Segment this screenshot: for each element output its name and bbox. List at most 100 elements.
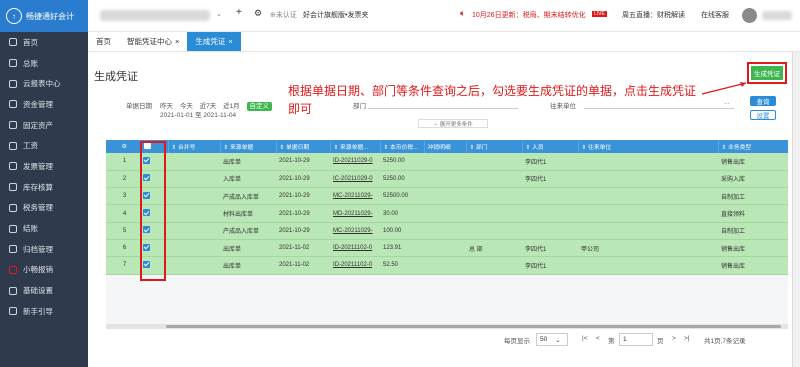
page-number-input[interactable]: 1 <box>619 333 653 346</box>
prev-page-icon[interactable]: < <box>596 335 600 342</box>
sidebar-item-basic-settings[interactable]: 基础设置 <box>0 280 88 301</box>
col-dept[interactable]: ⇕ 部门 <box>466 140 523 153</box>
sidebar-item-invoice[interactable]: 发票管理 <box>0 156 88 177</box>
page-prefix: 第 <box>608 338 615 345</box>
partner-input[interactable] <box>584 99 734 109</box>
page-suffix: 页 <box>657 338 664 345</box>
source-doc-link[interactable]: MC-20211029- <box>330 187 380 206</box>
tab-bar: 首页 智能凭证中心 × 生成凭证 × <box>88 32 800 52</box>
live-badge: LIVE <box>592 11 607 17</box>
user-name-blurred[interactable] <box>762 11 792 20</box>
tab-home[interactable]: 首页 <box>88 32 119 51</box>
guide-icon <box>9 307 17 316</box>
settings-gear-icon[interactable]: ⚙ <box>254 8 262 19</box>
scroll-thumb[interactable] <box>166 325 781 328</box>
update-notice[interactable]: 10月26日更新：税局、期末结转优化 <box>472 10 586 20</box>
next-page-icon[interactable]: > <box>672 335 676 342</box>
per-page-select[interactable]: 50 ⌄ <box>536 333 568 346</box>
live-notice[interactable]: 周五直播：财税解读 <box>622 10 685 20</box>
sidebar-item-close-period[interactable]: 结账 <box>0 218 88 239</box>
table-row[interactable]: 5 产成品入库单 2021-10-29 MC-20211029- 100.00 … <box>106 222 788 240</box>
chevron-down-icon: ⌄ <box>555 336 561 344</box>
column-settings-icon[interactable]: ⚙ <box>106 140 141 153</box>
col-partner[interactable]: ⇕ 往来单位 <box>578 140 719 153</box>
table-row[interactable]: 4 材料出库单 2021-10-29 MD-20211029- 30.00 直接… <box>106 204 788 223</box>
table-row[interactable]: 7 出库单 2021-11-02 ID-20211102-0 52.50 李四代… <box>106 256 788 275</box>
top-bar: ↑ 畅捷通好会计 ⌄ + ⚙ ⊕未认证 好会计旗舰版•发票夹 🔈︎ 10月26日… <box>0 0 800 32</box>
col-amount[interactable]: ⇕ 本币价税... <box>380 140 425 153</box>
funds-icon <box>9 100 17 109</box>
add-icon[interactable]: + <box>236 7 242 18</box>
expand-conditions-button[interactable]: ⌄ 展开更多条件 <box>418 119 488 128</box>
cert-status[interactable]: ⊕未认证 <box>270 10 297 20</box>
logo-text: 畅捷通好会计 <box>26 11 74 21</box>
assets-icon <box>9 121 17 130</box>
user-avatar[interactable] <box>742 8 757 23</box>
source-doc-link[interactable]: ID-20211102-0 <box>330 256 380 275</box>
first-page-icon[interactable]: |< <box>582 335 587 342</box>
last-page-icon[interactable]: >| <box>684 335 689 342</box>
source-doc-link[interactable]: MD-20211029- <box>330 204 380 223</box>
source-doc-link[interactable]: MC-20211029- <box>330 222 380 240</box>
account-name-blurred[interactable] <box>100 10 210 21</box>
col-merge-no[interactable]: ⇕ 合并号 <box>168 140 221 153</box>
generate-voucher-button[interactable]: 生成凭证 <box>747 62 787 84</box>
sidebar-item-cloud-report[interactable]: 云报表中心 <box>0 73 88 94</box>
query-button[interactable]: 查询 <box>750 96 776 106</box>
speaker-icon: 🔈︎ <box>460 8 466 18</box>
tax-icon <box>9 203 17 212</box>
voucher-table: ⚙ ⇕ 合并号 ⇕ 来源单据 ⇕ 单据日期 ⇕ 来源单据... ⇕ 本币价税..… <box>106 140 788 326</box>
reimburse-icon <box>9 265 17 274</box>
horizontal-scrollbar[interactable] <box>106 324 788 329</box>
payroll-icon <box>9 141 17 150</box>
page-title: 生成凭证 <box>94 71 138 83</box>
online-service[interactable]: 在线客服 <box>701 10 729 20</box>
sidebar-item-guide[interactable]: 新手引导 <box>0 301 88 322</box>
table-row[interactable]: 2 入库单 2021-10-29 IC-20211029-0 5250.00 李… <box>106 170 788 189</box>
col-writeoff[interactable]: 冲销明细 <box>424 140 467 153</box>
logo-icon: ↑ <box>6 8 22 24</box>
tab-generate-voucher[interactable]: 生成凭证 × <box>187 32 241 51</box>
ledger-icon <box>9 59 17 68</box>
settings-icon <box>9 286 17 295</box>
table-row[interactable]: 1 出库单 2021-10-29 ID-20211029-0 5250.00 李… <box>106 153 788 171</box>
sidebar-item-funds[interactable]: 资金管理 <box>0 94 88 115</box>
col-source-code[interactable]: ⇕ 来源单据... <box>330 140 381 153</box>
table-row[interactable]: 6 出库单 2021-11-02 ID-20211102-0 123.91 总 … <box>106 239 788 258</box>
sidebar-item-payroll[interactable]: 工资 <box>0 135 88 156</box>
invoice-icon <box>9 162 17 171</box>
table-row[interactable]: 3 产成品入库单 2021-10-29 MC-20211029- 52500.0… <box>106 187 788 206</box>
home-icon <box>9 38 17 47</box>
close-icon[interactable]: × <box>175 37 179 46</box>
sidebar-item-tax[interactable]: 税务管理 <box>0 198 88 219</box>
sidebar-item-ledger[interactable]: 总账 <box>0 53 88 74</box>
col-person[interactable]: ⇕ 人员 <box>522 140 579 153</box>
col-biz-type[interactable]: ⇕ 业务类型 <box>718 140 788 153</box>
partner-more-icon[interactable]: ... <box>724 99 729 106</box>
source-doc-link[interactable]: ID-20211029-0 <box>330 153 380 171</box>
inventory-icon <box>9 183 17 192</box>
report-icon <box>9 79 17 88</box>
date-filter-label: 单据日期 <box>126 103 152 110</box>
table-header: ⚙ ⇕ 合并号 ⇕ 来源单据 ⇕ 单据日期 ⇕ 来源单据... ⇕ 本币价税..… <box>106 140 788 153</box>
app-logo[interactable]: ↑ 畅捷通好会计 <box>0 0 88 32</box>
col-source-doc[interactable]: ⇕ 来源单据 <box>220 140 277 153</box>
date-option-custom[interactable]: 自定义 <box>246 102 272 111</box>
page-summary: 共1页,7条记录 <box>704 338 746 345</box>
sidebar-item-fixed-assets[interactable]: 固定资产 <box>0 115 88 136</box>
sidebar-item-home[interactable]: 首页 <box>0 32 88 53</box>
tab-voucher-center[interactable]: 智能凭证中心 × <box>119 32 187 51</box>
vertical-scrollbar[interactable] <box>792 52 800 367</box>
chevron-down-icon: ⌄ <box>433 120 438 127</box>
sidebar-item-archive[interactable]: 归档管理 <box>0 239 88 260</box>
source-doc-link[interactable]: IC-20211029-0 <box>330 170 380 189</box>
sidebar-item-inventory[interactable]: 库存核算 <box>0 177 88 198</box>
dept-input[interactable] <box>368 99 518 109</box>
account-dropdown-icon[interactable]: ⌄ <box>216 10 222 18</box>
reset-button[interactable]: 设置 <box>750 110 776 120</box>
sidebar-item-reimburse[interactable]: 小畅报销 <box>0 260 88 281</box>
source-doc-link[interactable]: ID-20211102-0 <box>330 239 380 258</box>
date-range-value[interactable]: 2021-01-01 至 2021-11-04 <box>160 109 236 119</box>
close-icon[interactable]: × <box>228 37 232 46</box>
col-doc-date[interactable]: ⇕ 单据日期 <box>276 140 331 153</box>
